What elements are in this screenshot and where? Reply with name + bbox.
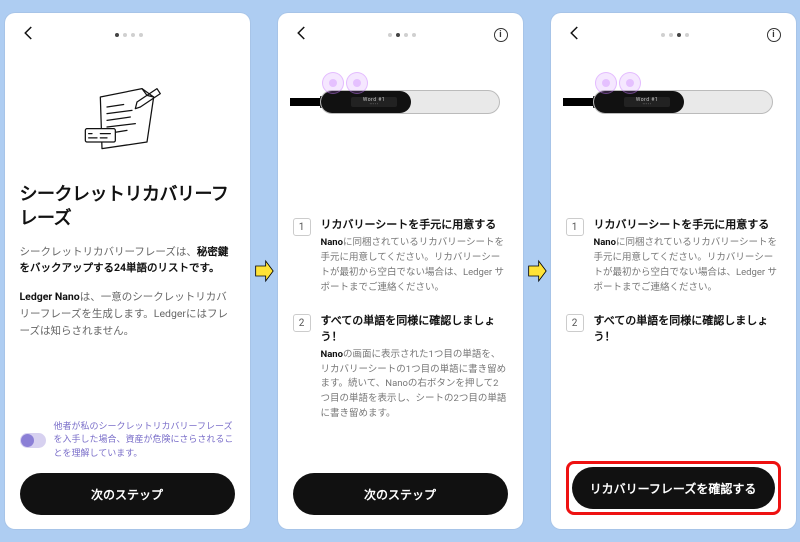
info-icon[interactable]: i bbox=[767, 28, 781, 42]
progress-dots bbox=[388, 33, 416, 37]
back-icon[interactable] bbox=[20, 24, 38, 46]
step-text: Nanoに同梱されているリカバリーシートを手元に用意してください。リカバリーシー… bbox=[594, 236, 781, 295]
topbar: i bbox=[293, 23, 508, 47]
step-2: 2 すべての単語を同様に確認しましょう！ Nanoの画面に表示された1つ目の単語… bbox=[293, 313, 508, 421]
step-2: 2 すべての単語を同様に確認しましょう！ bbox=[566, 313, 781, 348]
screen-recovery-steps-1: i Word #1····· 1 リカバリーシートを手元に用意する Nanoに同… bbox=[278, 13, 523, 529]
step-text: Nanoの画面に表示された1つ目の単語を、リカバリーシートの1つ目の単語に書き留… bbox=[321, 348, 508, 422]
screen-recovery-intro: シークレットリカバリーフレーズ シークレットリカバリーフレーズは、秘密鍵をバック… bbox=[5, 13, 250, 529]
step-number: 2 bbox=[566, 314, 584, 332]
step-title: すべての単語を同様に確認しましょう！ bbox=[321, 313, 508, 344]
flow-arrow-icon bbox=[527, 258, 547, 284]
acknowledge-toggle[interactable] bbox=[20, 433, 46, 448]
info-icon[interactable]: i bbox=[494, 28, 508, 42]
intro-paragraph-2: Ledger Nanoは、一意のシークレットリカバリーフレーズを生成します。Le… bbox=[20, 289, 235, 339]
recovery-sheet-illustration bbox=[20, 57, 235, 157]
device-illustration: Word #1····· bbox=[566, 57, 781, 147]
next-step-button[interactable]: 次のステップ bbox=[293, 473, 508, 515]
progress-dots bbox=[661, 33, 689, 37]
page-title: シークレットリカバリーフレーズ bbox=[20, 183, 235, 232]
step-title: すべての単語を同様に確認しましょう！ bbox=[594, 313, 781, 344]
highlighted-cta-wrap: リカバリーフレーズを確認する bbox=[566, 461, 781, 515]
topbar: i bbox=[566, 23, 781, 47]
back-icon[interactable] bbox=[566, 24, 584, 46]
step-title: リカバリーシートを手元に用意する bbox=[321, 217, 508, 232]
step-text: Nanoに同梱されているリカバリーシートを手元に用意してください。リカバリーシー… bbox=[321, 236, 508, 295]
button-highlight-icon bbox=[619, 72, 641, 94]
confirm-recovery-button[interactable]: リカバリーフレーズを確認する bbox=[572, 467, 775, 509]
flow-arrow-icon bbox=[254, 258, 274, 284]
progress-dots bbox=[115, 33, 143, 37]
step-title: リカバリーシートを手元に用意する bbox=[594, 217, 781, 232]
step-1: 1 リカバリーシートを手元に用意する Nanoに同梱されているリカバリーシートを… bbox=[566, 217, 781, 295]
button-highlight-icon bbox=[322, 72, 344, 94]
button-highlight-icon bbox=[595, 72, 617, 94]
step-number: 1 bbox=[566, 218, 584, 236]
back-icon[interactable] bbox=[293, 24, 311, 46]
acknowledge-text: 他者が私のシークレットリカバリーフレーズを入手した場合、資産が危険にさらされるこ… bbox=[54, 421, 235, 462]
next-step-button[interactable]: 次のステップ bbox=[20, 473, 235, 515]
intro-paragraph-1: シークレットリカバリーフレーズは、秘密鍵をバックアップする24単語のリストです。 bbox=[20, 244, 235, 278]
button-highlight-icon bbox=[346, 72, 368, 94]
step-number: 1 bbox=[293, 218, 311, 236]
step-number: 2 bbox=[293, 314, 311, 332]
device-illustration: Word #1····· bbox=[293, 57, 508, 147]
topbar bbox=[20, 23, 235, 47]
screen-recovery-steps-2: i Word #1····· 1 リカバリーシートを手元に用意する Nanoに同… bbox=[551, 13, 796, 529]
step-1: 1 リカバリーシートを手元に用意する Nanoに同梱されているリカバリーシートを… bbox=[293, 217, 508, 295]
acknowledge-block: 他者が私のシークレットリカバリーフレーズを入手した場合、資産が危険にさらされるこ… bbox=[20, 421, 235, 462]
